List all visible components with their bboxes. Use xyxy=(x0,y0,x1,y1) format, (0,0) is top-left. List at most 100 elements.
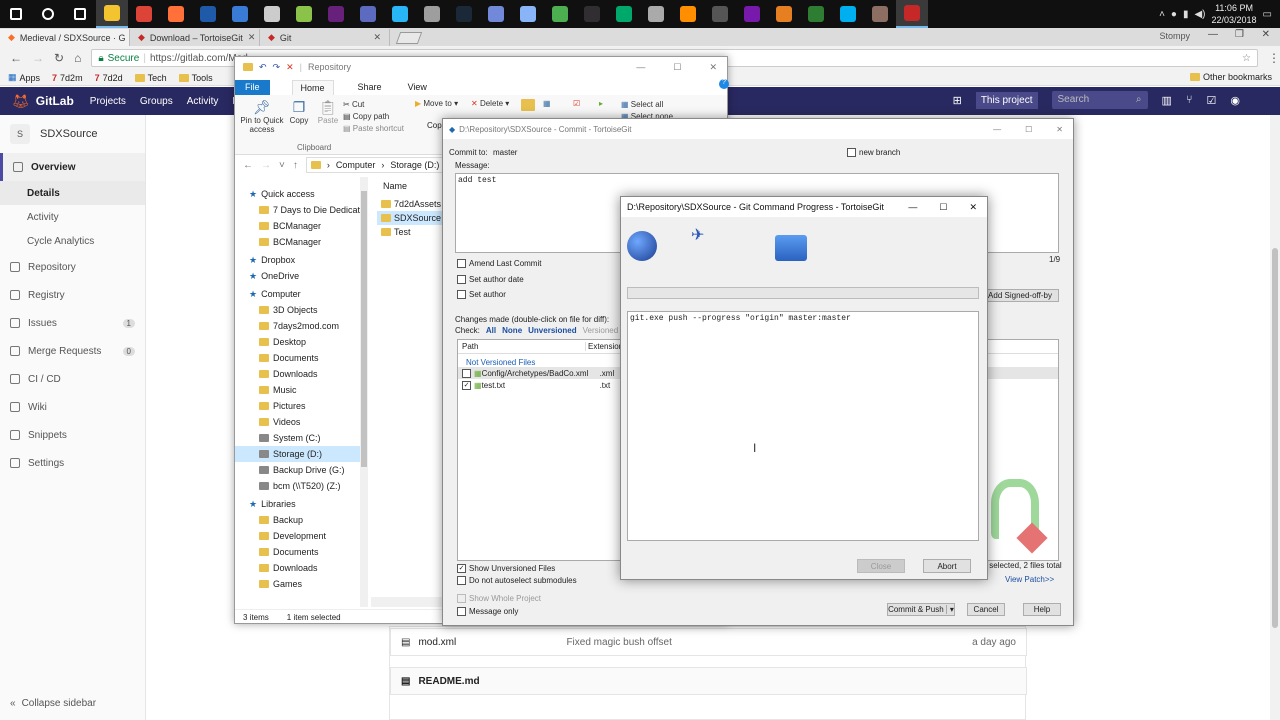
recent-icon[interactable]: ˅ xyxy=(279,160,285,171)
ribbon-tab[interactable]: File xyxy=(235,80,270,95)
minimize-icon[interactable]: — xyxy=(993,125,1001,134)
file-list-hscrollbar[interactable] xyxy=(371,597,443,607)
extension-column[interactable]: Extension xyxy=(586,342,623,351)
user-avatar-icon[interactable]: ◉ xyxy=(1230,94,1240,107)
nav-item[interactable]: Storage (D:) xyxy=(235,446,365,462)
crumb-storage[interactable]: Storage (D:) xyxy=(390,160,439,170)
bookmark-item[interactable]: Tech xyxy=(134,73,167,83)
cancel-button[interactable]: Cancel xyxy=(967,603,1005,616)
nav-scrollbar-thumb[interactable] xyxy=(361,191,367,467)
nav-item[interactable]: 7days2mod.com xyxy=(235,318,365,334)
taskbar-button[interactable] xyxy=(0,0,32,28)
gitlab-logo-icon[interactable]: 🦊︎ xyxy=(12,93,30,110)
taskbar-button[interactable] xyxy=(32,0,64,28)
show-unversioned-checkbox[interactable]: ✓ Show Unversioned Files xyxy=(457,564,555,574)
cut-button[interactable]: ✂ Cut xyxy=(343,99,407,111)
author-date-check[interactable] xyxy=(457,275,466,285)
nav-item[interactable]: BCManager xyxy=(235,218,365,234)
abort-button[interactable]: Abort xyxy=(923,559,971,573)
name-column-header[interactable]: Name xyxy=(383,181,407,191)
network-icon[interactable]: ▮ xyxy=(1183,9,1189,20)
ribbon-tab[interactable]: View xyxy=(406,80,429,95)
nav-item[interactable]: ★ Libraries xyxy=(235,496,365,512)
taskbar-button[interactable] xyxy=(832,0,864,28)
taskbar-button[interactable] xyxy=(224,0,256,28)
taskbar-button[interactable] xyxy=(384,0,416,28)
message-only-checkbox[interactable]: Message only xyxy=(457,607,518,617)
help-button[interactable]: Help xyxy=(1023,603,1061,616)
taskbar-button[interactable] xyxy=(256,0,288,28)
menu-icon[interactable]: ⋮ xyxy=(1268,51,1280,65)
volume-icon[interactable]: ◀) xyxy=(1194,9,1205,20)
sidebar-item[interactable]: Registry xyxy=(0,281,145,309)
back-icon[interactable]: ← xyxy=(10,51,22,65)
show-unversioned-check[interactable]: ✓ xyxy=(457,564,466,574)
sidebar-item[interactable]: Repository xyxy=(0,253,145,281)
new-branch-checkbox[interactable]: new branch xyxy=(847,148,900,158)
sidebar-item[interactable]: Merge Requests 0 xyxy=(0,337,145,365)
minimize-icon[interactable]: — xyxy=(1208,29,1218,40)
file-name[interactable]: mod.xml xyxy=(418,637,558,648)
copy-path-button[interactable]: ▤ Copy path xyxy=(343,111,407,123)
nav-item[interactable]: Videos xyxy=(235,414,365,430)
pin-quick-access-button[interactable]: 📌︎ Pin to Quick access xyxy=(239,99,285,150)
bookmark-item[interactable]: Tools xyxy=(178,73,213,83)
file-item[interactable]: Test xyxy=(377,225,443,239)
delete-icon[interactable]: ✕ xyxy=(286,62,294,73)
page-scrollbar-thumb[interactable] xyxy=(1272,248,1278,628)
show-whole-checkbox[interactable]: Show Whole Project xyxy=(457,594,541,604)
nav-item[interactable]: Desktop xyxy=(235,334,365,350)
nav-item[interactable]: System (C:) xyxy=(235,430,365,446)
browser-tab[interactable]: ◆Medieval / SDXSource · G✕ xyxy=(0,29,130,46)
check-none-link[interactable]: None xyxy=(502,326,522,335)
taskbar-button[interactable] xyxy=(640,0,672,28)
new-branch-check[interactable] xyxy=(847,148,856,158)
sidebar-item[interactable]: CI / CD xyxy=(0,365,145,393)
new-tab-button[interactable] xyxy=(395,32,423,44)
nav-item[interactable]: 7 Days to Die Dedicate xyxy=(235,202,365,218)
show-whole-check[interactable] xyxy=(457,594,466,604)
redo-icon[interactable]: ↷ xyxy=(273,62,281,73)
notification-icon[interactable]: ▭ xyxy=(1263,9,1272,20)
profile-name[interactable]: Stompy xyxy=(1159,31,1190,41)
taskbar-button[interactable] xyxy=(864,0,896,28)
taskbar-button[interactable] xyxy=(896,0,928,28)
check-unversioned-link[interactable]: Unversioned xyxy=(528,326,576,335)
project-header[interactable]: S SDXSource xyxy=(0,115,145,153)
taskbar-button[interactable] xyxy=(448,0,480,28)
sidebar-item[interactable]: Activity xyxy=(0,205,145,229)
taskbar-button[interactable] xyxy=(608,0,640,28)
taskbar-button[interactable] xyxy=(288,0,320,28)
up-icon[interactable]: ↑ xyxy=(293,160,298,171)
clock[interactable]: 11:06 PM 22/03/2018 xyxy=(1212,2,1257,26)
command-output[interactable]: git.exe push --progress "origin" master:… xyxy=(627,311,979,541)
chevron-up-icon[interactable]: ˄ xyxy=(1159,9,1165,20)
plus-icon[interactable]: ⊞ xyxy=(953,94,962,107)
this-project-label[interactable]: This project xyxy=(975,91,1038,109)
gitlab-brand[interactable]: GitLab xyxy=(36,94,74,108)
taskbar-button[interactable] xyxy=(512,0,544,28)
ribbon-tab[interactable]: Home xyxy=(291,80,334,95)
maximize-icon[interactable]: ☐ xyxy=(939,202,947,213)
add-signed-off-button[interactable]: Add Signed-off-by xyxy=(981,289,1059,302)
amend-checkbox[interactable]: Amend Last Commit xyxy=(457,259,541,269)
no-autoselect-check[interactable] xyxy=(457,576,466,586)
todos-icon[interactable]: ▥ xyxy=(1162,94,1172,107)
nav-item[interactable]: ★ Computer xyxy=(235,286,365,302)
no-autoselect-checkbox[interactable]: Do not autoselect submodules xyxy=(457,576,577,586)
sidebar-item[interactable]: Snippets xyxy=(0,421,145,449)
copy-to-label[interactable]: Cop xyxy=(427,121,442,130)
file-check[interactable] xyxy=(462,368,471,378)
browser-tab[interactable]: ◆ Download – TortoiseGit ✕ xyxy=(130,29,260,46)
home-icon[interactable]: ⌂ xyxy=(74,51,81,65)
sidebar-item[interactable]: Details xyxy=(0,181,145,205)
taskbar-button[interactable] xyxy=(704,0,736,28)
nav-item[interactable]: ★ Quick access xyxy=(235,186,365,202)
maximize-icon[interactable]: ❐ xyxy=(1235,29,1244,40)
select-all-button[interactable]: ▦ Select all xyxy=(621,99,673,111)
taskbar-button[interactable] xyxy=(800,0,832,28)
nav-item[interactable]: Downloads xyxy=(235,560,365,576)
forward-icon[interactable]: → xyxy=(261,160,271,171)
close-icon[interactable]: ✕ xyxy=(1262,29,1270,40)
help-icon[interactable]: ? xyxy=(719,79,729,89)
